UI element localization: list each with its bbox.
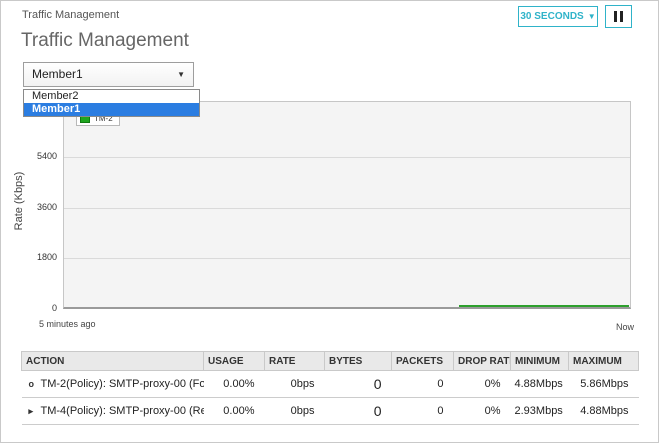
col-header-minimum: MINIMUM: [511, 352, 569, 371]
gridline-1800: [64, 258, 630, 259]
y-tick-3600: 3600: [1, 202, 57, 212]
drop-rate-cell: 0%: [454, 398, 511, 425]
y-tick-1800: 1800: [1, 252, 57, 262]
gridline-3600: [64, 208, 630, 209]
x-axis-label-start: 5 minutes ago: [39, 319, 96, 329]
refresh-interval-label: 30 SECONDS: [520, 11, 583, 22]
col-header-action: ACTION: [22, 352, 204, 371]
traffic-stats-table: ACTION USAGE RATE BYTES PACKETS DROP RAT…: [21, 351, 639, 425]
bytes-cell: 0: [325, 371, 392, 398]
maximum-cell: 5.86Mbps: [569, 371, 639, 398]
traffic-management-page: Traffic Management 30 SECONDS ▼ Traffic …: [0, 0, 659, 443]
action-label: TM-4(Policy): SMTP-proxy-00 (Reve: [41, 405, 204, 417]
rate-chart-plot-area: [63, 101, 631, 309]
breadcrumb[interactable]: Traffic Management: [22, 9, 119, 21]
x-axis-label-now: Now: [616, 322, 634, 332]
rate-cell: 0bps: [265, 371, 325, 398]
table-header-row: ACTION USAGE RATE BYTES PACKETS DROP RAT…: [22, 352, 639, 371]
usage-cell: 0.00%: [204, 398, 265, 425]
expand-triangle-icon[interactable]: ▸: [29, 406, 41, 417]
action-cell: ▸TM-4(Policy): SMTP-proxy-00 (Reve: [22, 398, 204, 425]
pause-button[interactable]: [605, 5, 632, 28]
y-tick-5400: 5400: [1, 151, 57, 161]
col-header-maximum: MAXIMUM: [569, 352, 639, 371]
table-row-tm2[interactable]: oTM-2(Policy): SMTP-proxy-00 (Forw 0.00%…: [22, 371, 639, 398]
col-header-bytes: BYTES: [325, 352, 392, 371]
select-caret-icon: ▼: [177, 63, 185, 86]
pause-icon: [614, 11, 617, 22]
minimum-cell: 2.93Mbps: [511, 398, 569, 425]
col-header-rate: RATE: [265, 352, 325, 371]
packets-cell: 0: [392, 371, 454, 398]
rate-cell: 0bps: [265, 398, 325, 425]
usage-cell: 0.00%: [204, 371, 265, 398]
minimum-cell: 4.88Mbps: [511, 371, 569, 398]
dropdown-option-member2[interactable]: Member2: [24, 90, 199, 103]
tm-2-series-line: [459, 305, 629, 307]
y-tick-0: 0: [1, 303, 57, 313]
drop-rate-cell: 0%: [454, 371, 511, 398]
member-dropdown-list: Member2 Member1: [23, 89, 200, 117]
page-title: Traffic Management: [21, 30, 189, 52]
bytes-cell: 0: [325, 398, 392, 425]
y-axis-label: Rate (Kbps): [13, 172, 25, 231]
member-select-value: Member1: [32, 67, 83, 81]
dropdown-option-member1[interactable]: Member1: [24, 103, 199, 116]
pause-icon: [620, 11, 623, 22]
chevron-down-icon: ▼: [588, 13, 596, 21]
gridline-5400: [64, 157, 630, 158]
refresh-interval-button[interactable]: 30 SECONDS ▼: [518, 6, 598, 27]
col-header-usage: USAGE: [204, 352, 265, 371]
packets-cell: 0: [392, 398, 454, 425]
col-header-drop-rate: DROP RATE: [454, 352, 511, 371]
maximum-cell: 4.88Mbps: [569, 398, 639, 425]
action-cell: oTM-2(Policy): SMTP-proxy-00 (Forw: [22, 371, 204, 398]
col-header-packets: PACKETS: [392, 352, 454, 371]
expand-circle-icon[interactable]: o: [29, 379, 41, 389]
action-label: TM-2(Policy): SMTP-proxy-00 (Forw: [41, 378, 204, 390]
member-select[interactable]: Member1 ▼: [23, 62, 194, 87]
table-row-tm4[interactable]: ▸TM-4(Policy): SMTP-proxy-00 (Reve 0.00%…: [22, 398, 639, 425]
